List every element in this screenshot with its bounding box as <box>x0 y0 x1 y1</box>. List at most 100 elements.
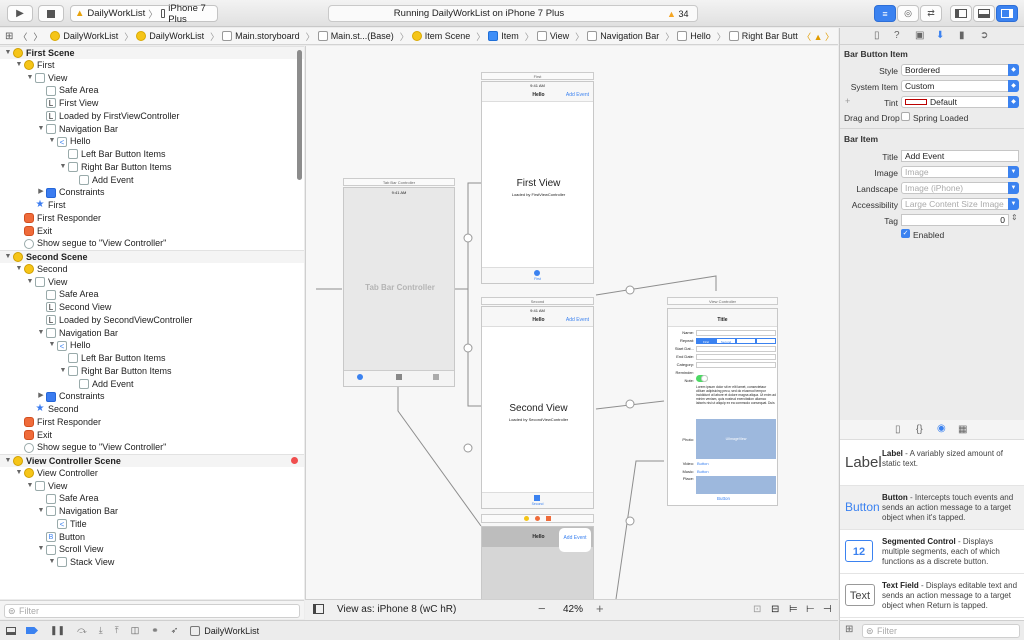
step-out-icon[interactable]: ⤒ <box>115 625 119 636</box>
add-event-button-selected[interactable]: Add Event <box>559 528 591 552</box>
disclosure-open-icon[interactable]: ▼ <box>26 480 34 493</box>
disclosure-open-icon[interactable]: ▼ <box>15 467 23 480</box>
text-field[interactable] <box>696 346 776 352</box>
snippet-icon[interactable]: {} <box>916 424 923 435</box>
size-inspector-icon[interactable]: ▮ <box>959 30 965 41</box>
disclosure-open-icon[interactable]: ▼ <box>59 161 67 174</box>
disclosure-open-icon[interactable]: ▼ <box>4 251 12 264</box>
landscape-combo[interactable]: Image (iPhone) ▼ <box>901 182 1019 194</box>
zoom-in-button[interactable]: + <box>596 601 604 616</box>
jump-bar-item[interactable]: Hello <box>677 31 711 41</box>
file-template-icon[interactable]: ▯ <box>895 424 901 435</box>
view-controller-title[interactable]: View Controller <box>667 297 778 305</box>
outline-item[interactable]: L Loaded by SecondViewController <box>0 314 304 327</box>
image-combo[interactable]: Image ▼ <box>901 166 1019 178</box>
text-field[interactable] <box>696 362 776 368</box>
help-inspector-icon[interactable]: ? <box>894 30 900 41</box>
outline-item[interactable]: ▶ Constraints <box>0 390 304 403</box>
outline-scene-header[interactable]: ▼ View Controller Scene <box>0 454 304 467</box>
media-library-icon[interactable]: ▦ <box>958 424 967 435</box>
grid-icon[interactable]: ⊞ <box>5 31 13 42</box>
outline-item[interactable]: Safe Area <box>0 84 304 97</box>
storyboard-canvas[interactable]: Tab Bar Controller 9:41 AM Tab Bar Contr… <box>305 46 838 599</box>
outline-item[interactable]: ▼ Scroll View <box>0 543 304 556</box>
disclosure-open-icon[interactable]: ▼ <box>4 47 12 60</box>
standard-editor-button[interactable]: ≡ <box>874 5 896 22</box>
memory-graph-icon[interactable]: ⚭ <box>151 625 159 636</box>
assistant-editor-button[interactable]: ◎ <box>897 5 919 22</box>
align-icon[interactable]: ⊨ <box>789 604 798 615</box>
outline-item[interactable]: Left Bar Button Items <box>0 148 304 161</box>
outline-item[interactable]: ▼ View Controller <box>0 467 304 480</box>
outline-item[interactable]: Show segue to "View Controller" <box>0 237 304 250</box>
version-editor-button[interactable]: ⇄ <box>920 5 942 22</box>
outline-item[interactable]: ▼ < Hello <box>0 339 304 352</box>
style-popup[interactable]: Bordered ◆ <box>901 64 1019 76</box>
disclosure-open-icon[interactable]: ▼ <box>15 59 23 72</box>
system-item-popup[interactable]: Custom ◆ <box>901 80 1019 92</box>
outline-item[interactable]: L Second View <box>0 301 304 314</box>
warning-count[interactable]: ▲ 34 <box>667 9 688 19</box>
disclosure-open-icon[interactable]: ▼ <box>4 455 12 468</box>
library-filter-input[interactable]: ⊜ Filter <box>862 624 1020 638</box>
jump-bar-item[interactable]: View <box>536 31 569 41</box>
update-frames-icon[interactable]: ⊡ <box>753 604 761 615</box>
disclosure-open-icon[interactable]: ▼ <box>37 505 45 518</box>
video-button[interactable]: Button <box>697 461 709 466</box>
text-field[interactable] <box>696 354 776 360</box>
disclosure-closed-icon[interactable]: ▶ <box>37 186 45 199</box>
photo-image-view[interactable]: UIImageView <box>696 419 776 459</box>
place-view[interactable] <box>696 476 776 494</box>
library-item[interactable]: Label Label - A variably sized amount of … <box>840 442 1024 486</box>
toggle-navigator-button[interactable] <box>950 5 972 22</box>
step-over-icon[interactable]: ⤼ <box>77 625 87 636</box>
outline-item[interactable]: Add Event <box>0 378 304 391</box>
spring-loaded-checkbox[interactable] <box>901 112 910 121</box>
view-debug-icon[interactable]: ◫ <box>131 625 140 636</box>
text-field[interactable] <box>696 330 776 336</box>
tint-popup[interactable]: Default ◆ <box>901 96 1019 108</box>
outline-item[interactable]: ▶ Constraints <box>0 186 304 199</box>
disclosure-open-icon[interactable]: ▼ <box>26 72 34 85</box>
step-in-icon[interactable]: ⤓ <box>99 625 103 636</box>
identity-inspector-icon[interactable]: ▣ <box>915 30 924 41</box>
outline-item[interactable]: < Title <box>0 518 304 531</box>
jump-bar-item[interactable]: Item Scene <box>411 31 470 41</box>
second-scene-title[interactable]: Second <box>481 297 594 305</box>
outline-item[interactable]: ▼ View <box>0 72 304 85</box>
first-scene-title[interactable]: First <box>481 72 594 80</box>
outline-item[interactable]: Left Bar Button Items <box>0 352 304 365</box>
outline-item[interactable]: ▼ Navigation Bar <box>0 505 304 518</box>
resolve-icon[interactable]: ⊣ <box>823 604 832 615</box>
library-item[interactable]: Button Button - Intercepts touch events a… <box>840 486 1024 530</box>
outline-item[interactable]: ★ First <box>0 199 304 212</box>
outline-item[interactable]: L Loaded by FirstViewController <box>0 110 304 123</box>
reminder-switch[interactable] <box>696 375 708 382</box>
attributes-inspector-icon[interactable]: ⬇ <box>936 30 944 41</box>
pause-icon[interactable]: ❚❚ <box>50 625 65 636</box>
toggle-debug-button[interactable] <box>973 5 995 22</box>
tab-bar-controller-scene[interactable]: 9:41 AM Tab Bar Controller <box>343 187 455 387</box>
item-scene[interactable]: Hello Add Event <box>481 526 594 599</box>
embed-stack-icon[interactable]: ⊟ <box>771 604 779 615</box>
disclosure-open-icon[interactable]: ▼ <box>37 543 45 556</box>
bottom-button[interactable]: Button <box>668 496 779 501</box>
outline-item[interactable]: ▼ Stack View <box>0 556 304 569</box>
outline-item[interactable]: ▼ Right Bar Button Items <box>0 365 304 378</box>
disclosure-open-icon[interactable]: ▼ <box>48 135 56 148</box>
outline-item[interactable]: Safe Area <box>0 288 304 301</box>
outline-item[interactable]: Safe Area <box>0 492 304 505</box>
outline-item[interactable]: Show segue to "View Controller" <box>0 441 304 454</box>
first-scene[interactable]: 9:41 AM Hello Add Event First View Loade… <box>481 81 594 284</box>
toggle-utilities-button[interactable] <box>996 5 1018 22</box>
outline-item[interactable]: ▼ View <box>0 480 304 493</box>
segment[interactable]: First <box>696 338 716 344</box>
outline-item[interactable]: Exit <box>0 225 304 238</box>
outline-filter-input[interactable]: ⊜ Filter <box>4 604 300 618</box>
disclosure-open-icon[interactable]: ▼ <box>37 327 45 340</box>
outline-item[interactable]: ▼ First <box>0 59 304 72</box>
outline-toggle-icon[interactable] <box>313 604 324 614</box>
grid-view-icon[interactable]: ⊞ <box>845 624 853 635</box>
disclosure-open-icon[interactable]: ▼ <box>48 339 56 352</box>
disclosure-closed-icon[interactable]: ▶ <box>37 390 45 403</box>
